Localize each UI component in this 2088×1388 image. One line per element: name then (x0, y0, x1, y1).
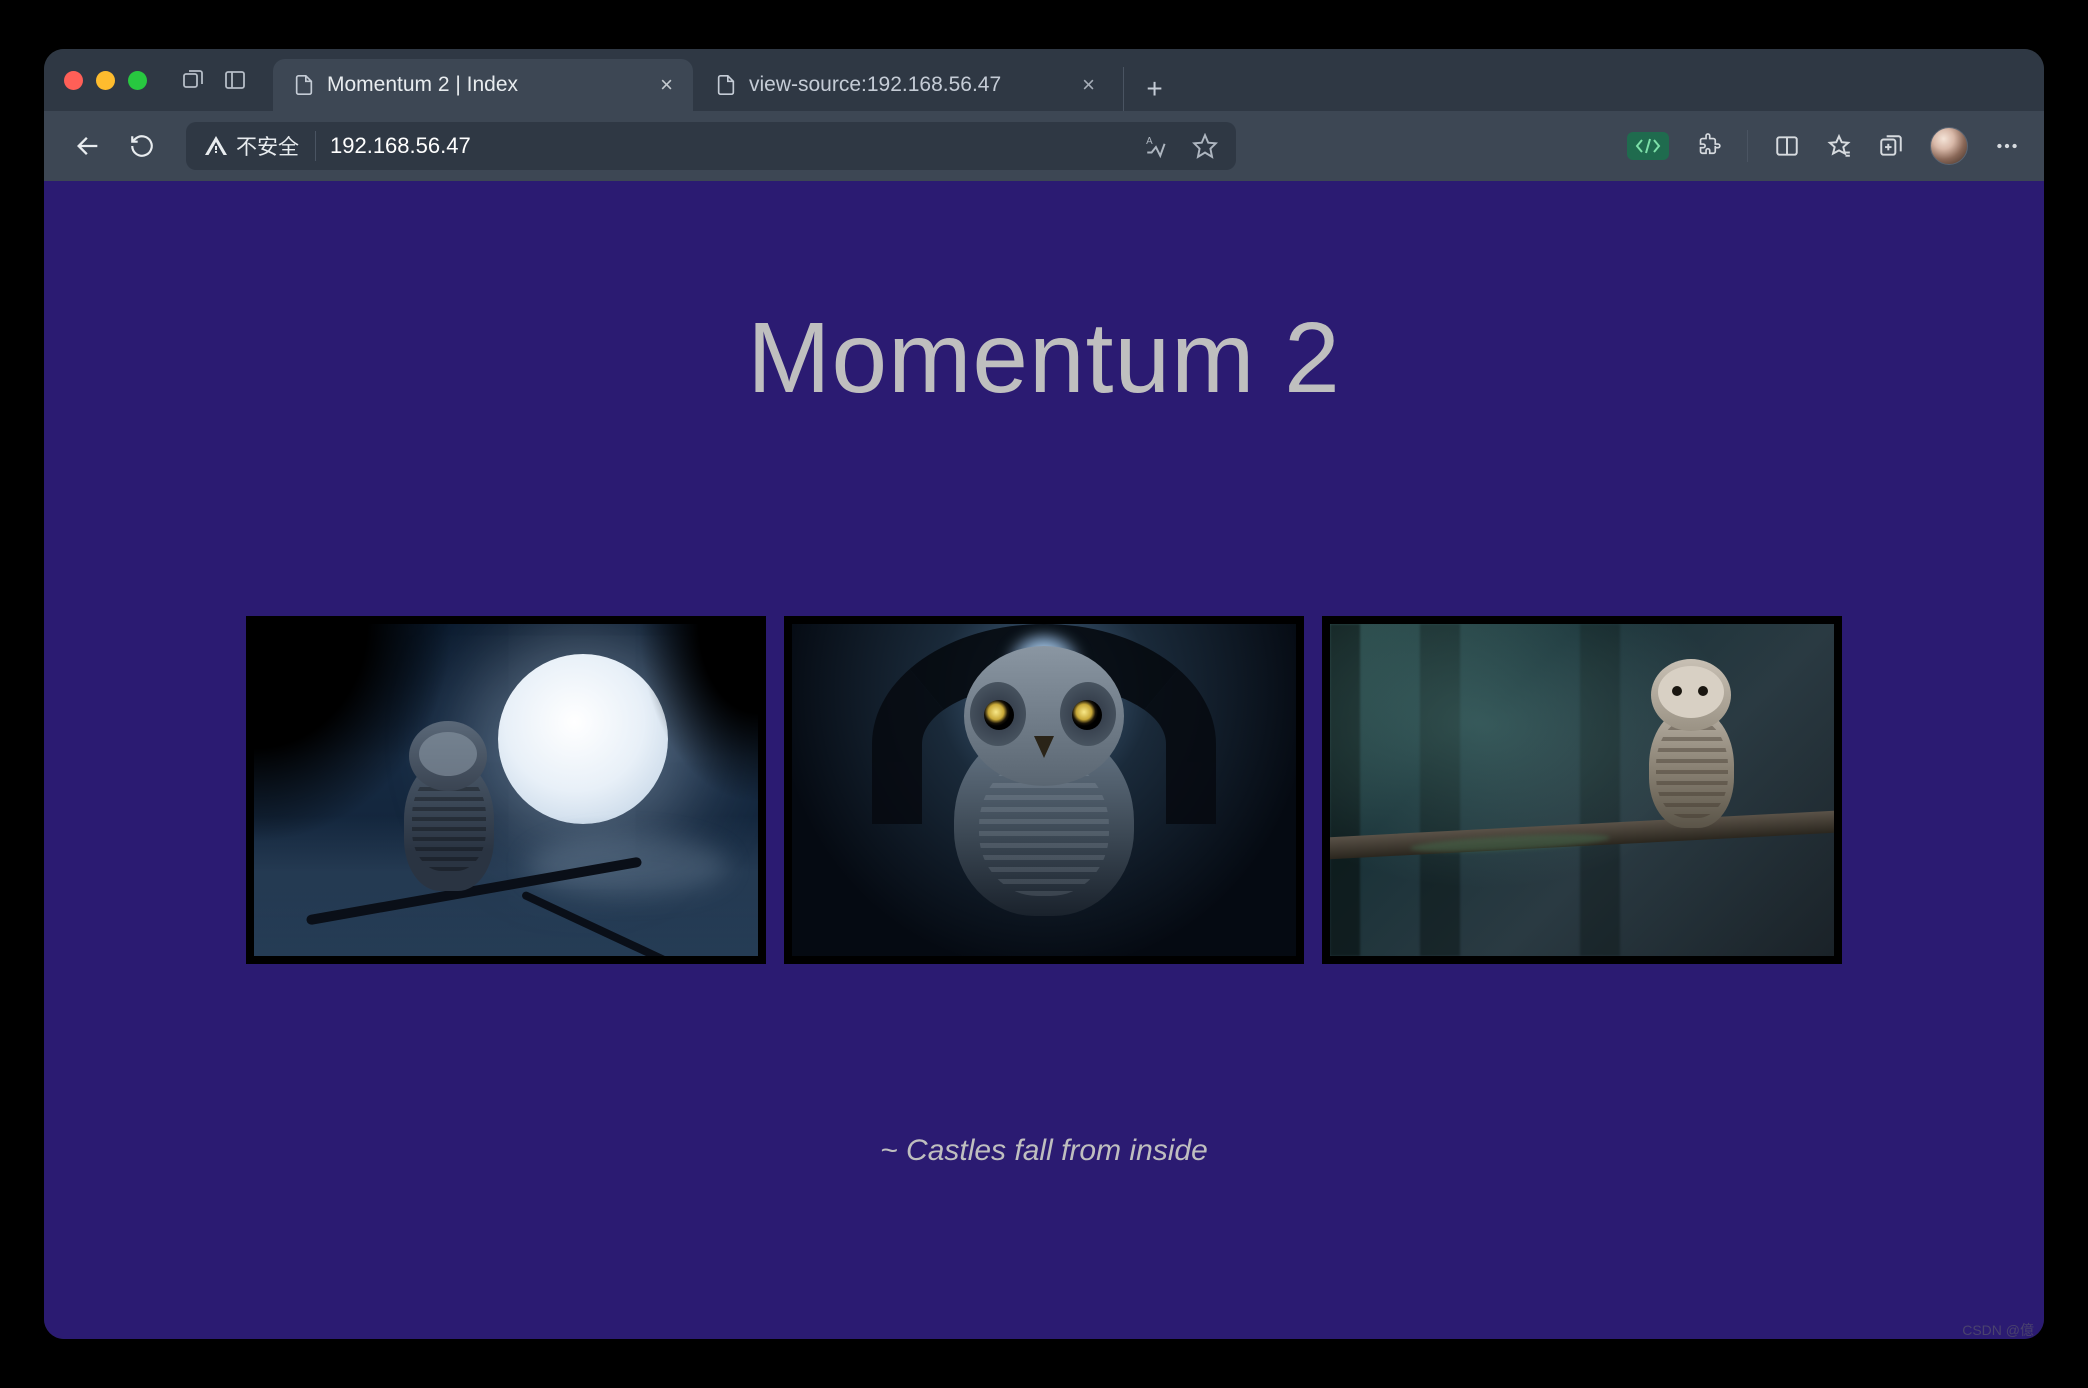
image-gallery (246, 616, 1842, 964)
address-bar[interactable]: 不安全 192.168.56.47 A (186, 122, 1236, 170)
url-text: 192.168.56.47 (330, 133, 471, 159)
traffic-lights (64, 71, 147, 90)
vertical-tabs-icon[interactable] (221, 66, 249, 94)
page-viewport: Momentum 2 (44, 181, 2044, 1339)
collections-icon[interactable] (1878, 133, 1904, 159)
security-label: 不安全 (236, 131, 299, 161)
toolbar-right (1627, 127, 2020, 165)
devtools-button[interactable] (1627, 132, 1669, 160)
extensions-icon[interactable] (1695, 133, 1721, 159)
browser-toolbar: 不安全 192.168.56.47 A (44, 111, 2044, 181)
tab-close-button[interactable]: × (1062, 72, 1095, 98)
warning-icon (204, 134, 228, 158)
browser-tab[interactable]: view-source:192.168.56.47 × (695, 59, 1115, 111)
file-icon (715, 74, 737, 96)
tab-title: Momentum 2 | Index (327, 73, 518, 97)
window-minimize-button[interactable] (96, 71, 115, 90)
back-button[interactable] (68, 126, 108, 166)
gallery-image (246, 616, 766, 964)
read-aloud-icon[interactable]: A (1144, 133, 1170, 159)
favorites-icon[interactable] (1826, 133, 1852, 159)
browser-window: Momentum 2 | Index × view-source:192.168… (44, 49, 2044, 1339)
file-icon (293, 74, 315, 96)
profile-avatar[interactable] (1930, 127, 1968, 165)
tab-close-button[interactable]: × (640, 72, 673, 98)
svg-text:A: A (1146, 136, 1153, 147)
tab-title: view-source:192.168.56.47 (749, 73, 1001, 97)
window-maximize-button[interactable] (128, 71, 147, 90)
gallery-image (1322, 616, 1842, 964)
page-tagline: ~ Castles fall from inside (880, 1134, 1208, 1168)
browser-tab-active[interactable]: Momentum 2 | Index × (273, 59, 693, 111)
split-screen-icon[interactable] (1774, 133, 1800, 159)
watermark: CSDN @億 (1962, 1320, 2034, 1340)
page-heading: Momentum 2 (747, 301, 1341, 416)
reload-button[interactable] (122, 126, 162, 166)
tab-groups-icon[interactable] (179, 66, 207, 94)
security-badge[interactable]: 不安全 (204, 131, 316, 161)
gallery-image (784, 616, 1304, 964)
new-tab-button[interactable]: + (1123, 67, 1167, 111)
more-menu-icon[interactable] (1994, 133, 2020, 159)
window-close-button[interactable] (64, 71, 83, 90)
tab-strip: Momentum 2 | Index × view-source:192.168… (273, 49, 1167, 111)
divider (1747, 130, 1748, 162)
favorite-star-icon[interactable] (1192, 133, 1218, 159)
window-titlebar: Momentum 2 | Index × view-source:192.168… (44, 49, 2044, 111)
address-bar-actions: A (1144, 133, 1218, 159)
